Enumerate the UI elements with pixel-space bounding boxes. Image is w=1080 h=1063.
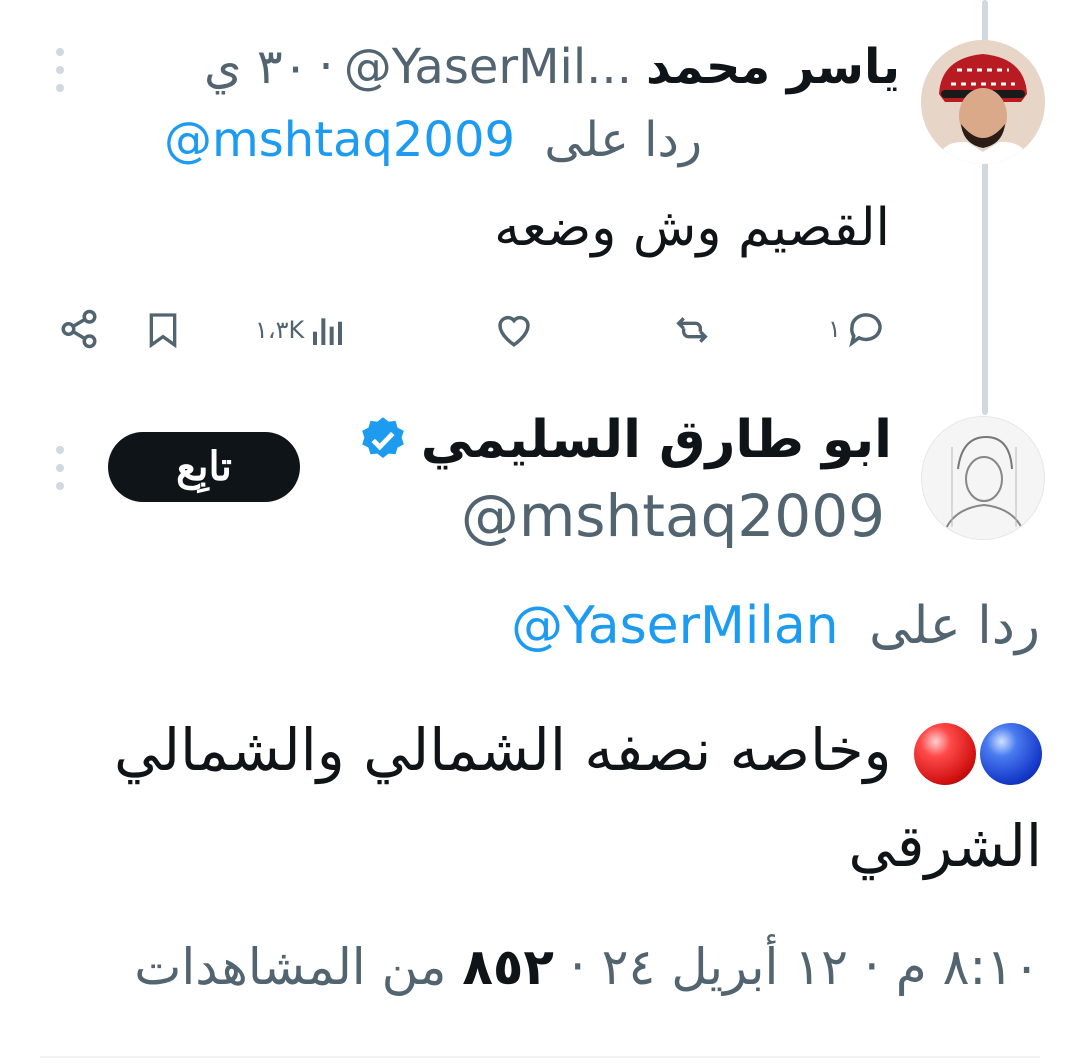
views-icon	[313, 318, 343, 345]
blue-circle-emoji	[980, 722, 1042, 785]
main-tweet-text-block: وخاصه نصفه الشمالي والشمالي الشرقي	[62, 702, 1042, 894]
main-replying-to-prefix: ردا على	[869, 596, 1040, 656]
bookmark-button[interactable]	[143, 308, 183, 352]
tweet-time[interactable]: ٨:١٠ م	[896, 938, 1040, 996]
reply-header: ٣٠ ي · @YaserMil... ياسر محمد	[100, 32, 900, 102]
views-label: من المشاهدات	[134, 938, 447, 996]
reply-more-icon[interactable]	[55, 48, 65, 92]
follow-button[interactable]: تابِع	[108, 432, 300, 502]
main-author-avatar[interactable]	[921, 416, 1045, 540]
verified-badge-icon	[361, 417, 404, 458]
bookmark-icon	[149, 313, 177, 349]
main-tweet-text: وخاصه نصفه الشمالي والشمالي الشرقي	[114, 716, 1042, 880]
main-author-name[interactable]: ابو طارق السليمي	[421, 410, 892, 470]
tweet-date[interactable]: ١٢ أبريل ٢٤	[602, 938, 848, 996]
main-author-row: ابو طارق السليمي	[357, 410, 892, 470]
separator-dot: ·	[848, 938, 880, 996]
separator-dot: ·	[553, 938, 586, 996]
separator-dot: ·	[318, 39, 334, 95]
views-button[interactable]: ١،٣K	[255, 310, 348, 350]
share-button[interactable]	[58, 308, 100, 350]
reply-icon	[848, 313, 882, 348]
like-icon	[498, 315, 530, 347]
reply-author-avatar[interactable]	[921, 40, 1045, 164]
divider	[40, 1056, 1040, 1058]
views-number: ٨٥٢	[462, 938, 554, 996]
retweet-icon	[676, 317, 708, 343]
retweet-button[interactable]	[668, 310, 716, 350]
reply-count: ١	[828, 315, 841, 343]
main-tweet-meta: ٨:١٠ م · ١٢ أبريل ٢٤ · ٨٥٢ من المشاهدات	[134, 938, 1040, 996]
views-count: ١،٣K	[255, 316, 305, 344]
share-icon	[61, 309, 97, 349]
replying-to-prefix: ردا على	[544, 112, 702, 168]
reply-button[interactable]: ١	[828, 308, 887, 350]
reply-tweet-text: القصيم وش وضعه	[494, 198, 890, 258]
reply-author-handle[interactable]: @YaserMil...	[344, 39, 632, 95]
red-circle-emoji	[914, 722, 976, 785]
main-more-icon[interactable]	[55, 446, 65, 490]
main-replying-to: @YaserMilan ردا على	[511, 596, 1040, 656]
main-author-handle[interactable]: @mshtaq2009	[461, 482, 885, 550]
reply-author-name[interactable]: ياسر محمد	[646, 39, 900, 95]
reply-replying-to: @mshtaq2009 ردا على	[164, 112, 702, 168]
like-button[interactable]	[492, 308, 536, 350]
reply-timestamp[interactable]: ٣٠ ي	[204, 39, 308, 95]
replying-to-handle-link[interactable]: @mshtaq2009	[164, 112, 515, 168]
main-replying-to-handle-link[interactable]: @YaserMilan	[511, 596, 839, 656]
